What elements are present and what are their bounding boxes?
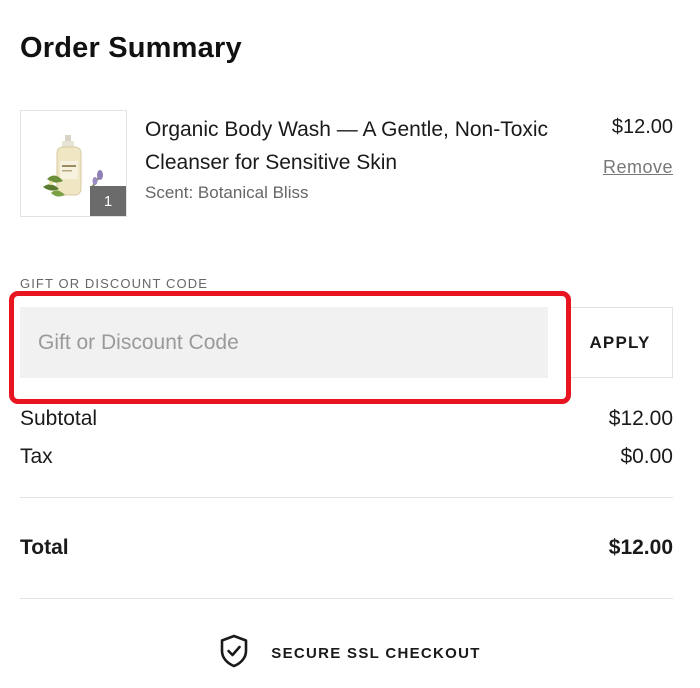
- total-value: $12.00: [608, 536, 673, 559]
- quantity-badge: 1: [90, 186, 126, 216]
- order-summary-page: Order Summary 1 Organic Body Wash — A Ge…: [0, 0, 700, 688]
- total-label: Total: [20, 536, 69, 559]
- product-thumbnail: 1: [20, 110, 127, 217]
- product-variant: Scent: Botanical Bliss: [145, 183, 309, 202]
- product-name: Organic Body Wash — A Gentle, Non-Toxic …: [145, 118, 549, 174]
- subtotal-value: $12.00: [608, 407, 673, 430]
- secure-checkout-note: SECURE SSL CHECKOUT: [0, 634, 700, 673]
- secure-checkout-label: SECURE SSL CHECKOUT: [271, 645, 481, 662]
- discount-code-input[interactable]: [20, 307, 548, 378]
- divider: [20, 598, 673, 599]
- discount-code-label: GIFT OR DISCOUNT CODE: [20, 276, 209, 291]
- tax-value: $0.00: [620, 445, 673, 468]
- remove-item-link[interactable]: Remove: [603, 157, 673, 178]
- shield-check-icon: [219, 634, 249, 673]
- page-title: Order Summary: [20, 32, 242, 64]
- divider: [20, 497, 673, 498]
- product-price: $12.00: [611, 116, 673, 138]
- apply-button[interactable]: APPLY: [567, 307, 673, 378]
- tax-label: Tax: [20, 445, 53, 468]
- subtotal-label: Subtotal: [20, 407, 98, 430]
